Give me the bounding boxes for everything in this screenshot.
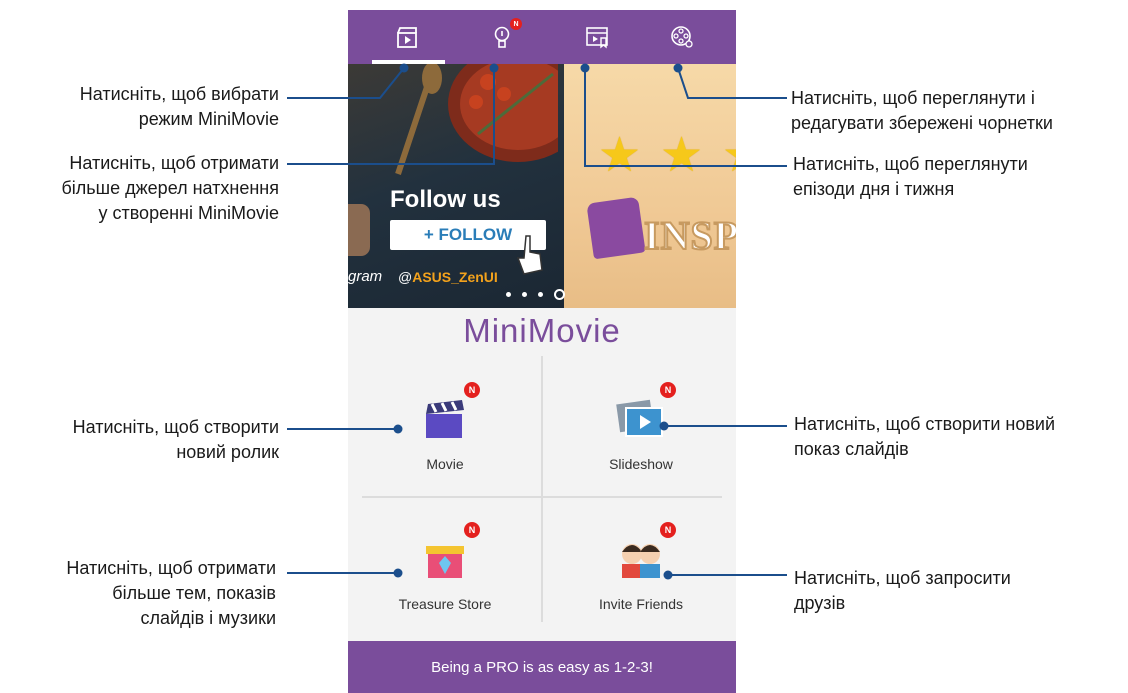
callout-line: режим MiniMovie — [138, 109, 279, 129]
movie-button[interactable]: N Movie — [360, 366, 530, 486]
callout-line: епізоди дня і тижня — [793, 179, 955, 199]
pro-footer-banner[interactable]: Being a PRO is as easy as 1-2-3! — [348, 641, 736, 693]
star-icon: ★ — [660, 129, 704, 182]
callout-line: друзів — [794, 593, 846, 613]
clapper-icon: N — [420, 382, 480, 442]
invite-friends-label: Invite Friends — [598, 596, 684, 612]
tab-episodes[interactable] — [548, 10, 645, 64]
callout-line: Натисніть, щоб отримати — [69, 153, 279, 173]
clapper-icon — [396, 27, 417, 48]
page-dot[interactable] — [538, 292, 543, 297]
film-reel-icon — [670, 26, 693, 48]
callout-slideshow: Натисніть, щоб створити новий показ слай… — [794, 412, 1055, 462]
callout-mode: Натисніть, щоб вибрати режим MiniMovie — [80, 82, 279, 132]
grid-divider-horizontal — [362, 496, 722, 498]
zenui-handle: @ASUS_ZenUI — [398, 269, 498, 285]
movie-label: Movie — [426, 456, 464, 472]
inspiration-slide: ★ ★ ★ INSP — [564, 64, 736, 308]
new-badge: N — [660, 382, 676, 398]
new-badge: N — [660, 522, 676, 538]
inspire-text: INSP — [643, 212, 736, 259]
handle-prefix: @ — [398, 269, 413, 285]
callout-line: більше джерел натхнення — [61, 178, 279, 198]
slideshow-label: Slideshow — [609, 456, 673, 472]
slideshow-icon: N — [616, 382, 676, 442]
star-row: ★ ★ ★ — [598, 132, 736, 180]
friends-icon: N — [616, 522, 676, 582]
callout-treasure: Натисніть, щоб отримати більше тем, пока… — [66, 556, 276, 631]
top-tab-bar: N — [348, 10, 736, 64]
minimovie-logo: MiniMovie — [463, 312, 621, 349]
tab-inspiration[interactable]: N — [453, 10, 550, 64]
callout-line: редагувати збережені чорнетки — [791, 113, 1053, 133]
page-dot[interactable] — [522, 292, 527, 297]
callout-line: новий ролик — [176, 442, 279, 462]
callout-line: Натисніть, щоб отримати — [66, 558, 276, 578]
callout-line: показ слайдів — [794, 439, 909, 459]
thumbs-up-icon — [586, 196, 646, 260]
phone-screen: N Follow us + FOLLOW gram @ASUS_ZenUI ★ … — [348, 10, 736, 693]
star-icon: ★ — [598, 129, 642, 182]
slideshow-button[interactable]: N Slideshow — [556, 366, 726, 486]
treasure-store-label: Treasure Store — [398, 596, 492, 612]
promo-banner-carousel[interactable]: Follow us + FOLLOW gram @ASUS_ZenUI ★ ★ … — [348, 64, 736, 308]
callout-line: слайдів і музики — [140, 608, 276, 628]
callout-drafts: Натисніть, щоб переглянути і редагувати … — [791, 86, 1053, 136]
tart-image — [395, 64, 558, 175]
callout-episodes: Натисніть, щоб переглянути епізоди дня і… — [793, 152, 1028, 202]
callout-line: Натисніть, щоб запросити — [794, 568, 1011, 588]
instagram-icon — [348, 204, 370, 256]
follow-title: Follow us — [390, 186, 501, 213]
treasure-icon: N — [420, 522, 480, 582]
carousel-page-dots[interactable] — [506, 289, 565, 300]
callout-line: Натисніть, щоб створити — [72, 417, 279, 437]
callout-line: більше тем, показів — [112, 583, 276, 603]
handle-name: ASUS_ZenUI — [412, 269, 498, 285]
hand-pointer-icon — [516, 235, 543, 275]
grid-divider-vertical — [541, 356, 543, 622]
new-badge: N — [464, 382, 480, 398]
episodes-icon — [585, 27, 608, 49]
callout-line: Натисніть, щоб переглянути і — [791, 88, 1035, 108]
callout-movie: Натисніть, щоб створити новий ролик — [73, 415, 279, 465]
page-dot[interactable] — [506, 292, 511, 297]
callout-line: у створенні MiniMovie — [98, 203, 279, 223]
callout-inspiration: Натисніть, щоб отримати більше джерел на… — [61, 151, 279, 226]
tab-minimovie-mode[interactable] — [358, 10, 455, 64]
instagram-text: gram — [348, 268, 383, 285]
new-badge: N — [464, 522, 480, 538]
callout-line: Натисніть, щоб створити новий — [794, 414, 1056, 434]
page-dot-active[interactable] — [554, 289, 565, 300]
invite-friends-button[interactable]: N Invite Friends — [556, 506, 726, 626]
follow-us-slide: Follow us + FOLLOW gram @ASUS_ZenUI — [348, 64, 564, 308]
new-badge: N — [510, 18, 522, 30]
star-icon: ★ — [722, 132, 736, 180]
tab-drafts[interactable] — [633, 10, 730, 64]
callout-line: Натисніть, щоб вибрати — [79, 84, 279, 104]
callout-friends: Натисніть, щоб запросити друзів — [794, 566, 1011, 616]
callout-line: Натисніть, щоб переглянути — [793, 154, 1028, 174]
treasure-store-button[interactable]: N Treasure Store — [360, 506, 530, 626]
